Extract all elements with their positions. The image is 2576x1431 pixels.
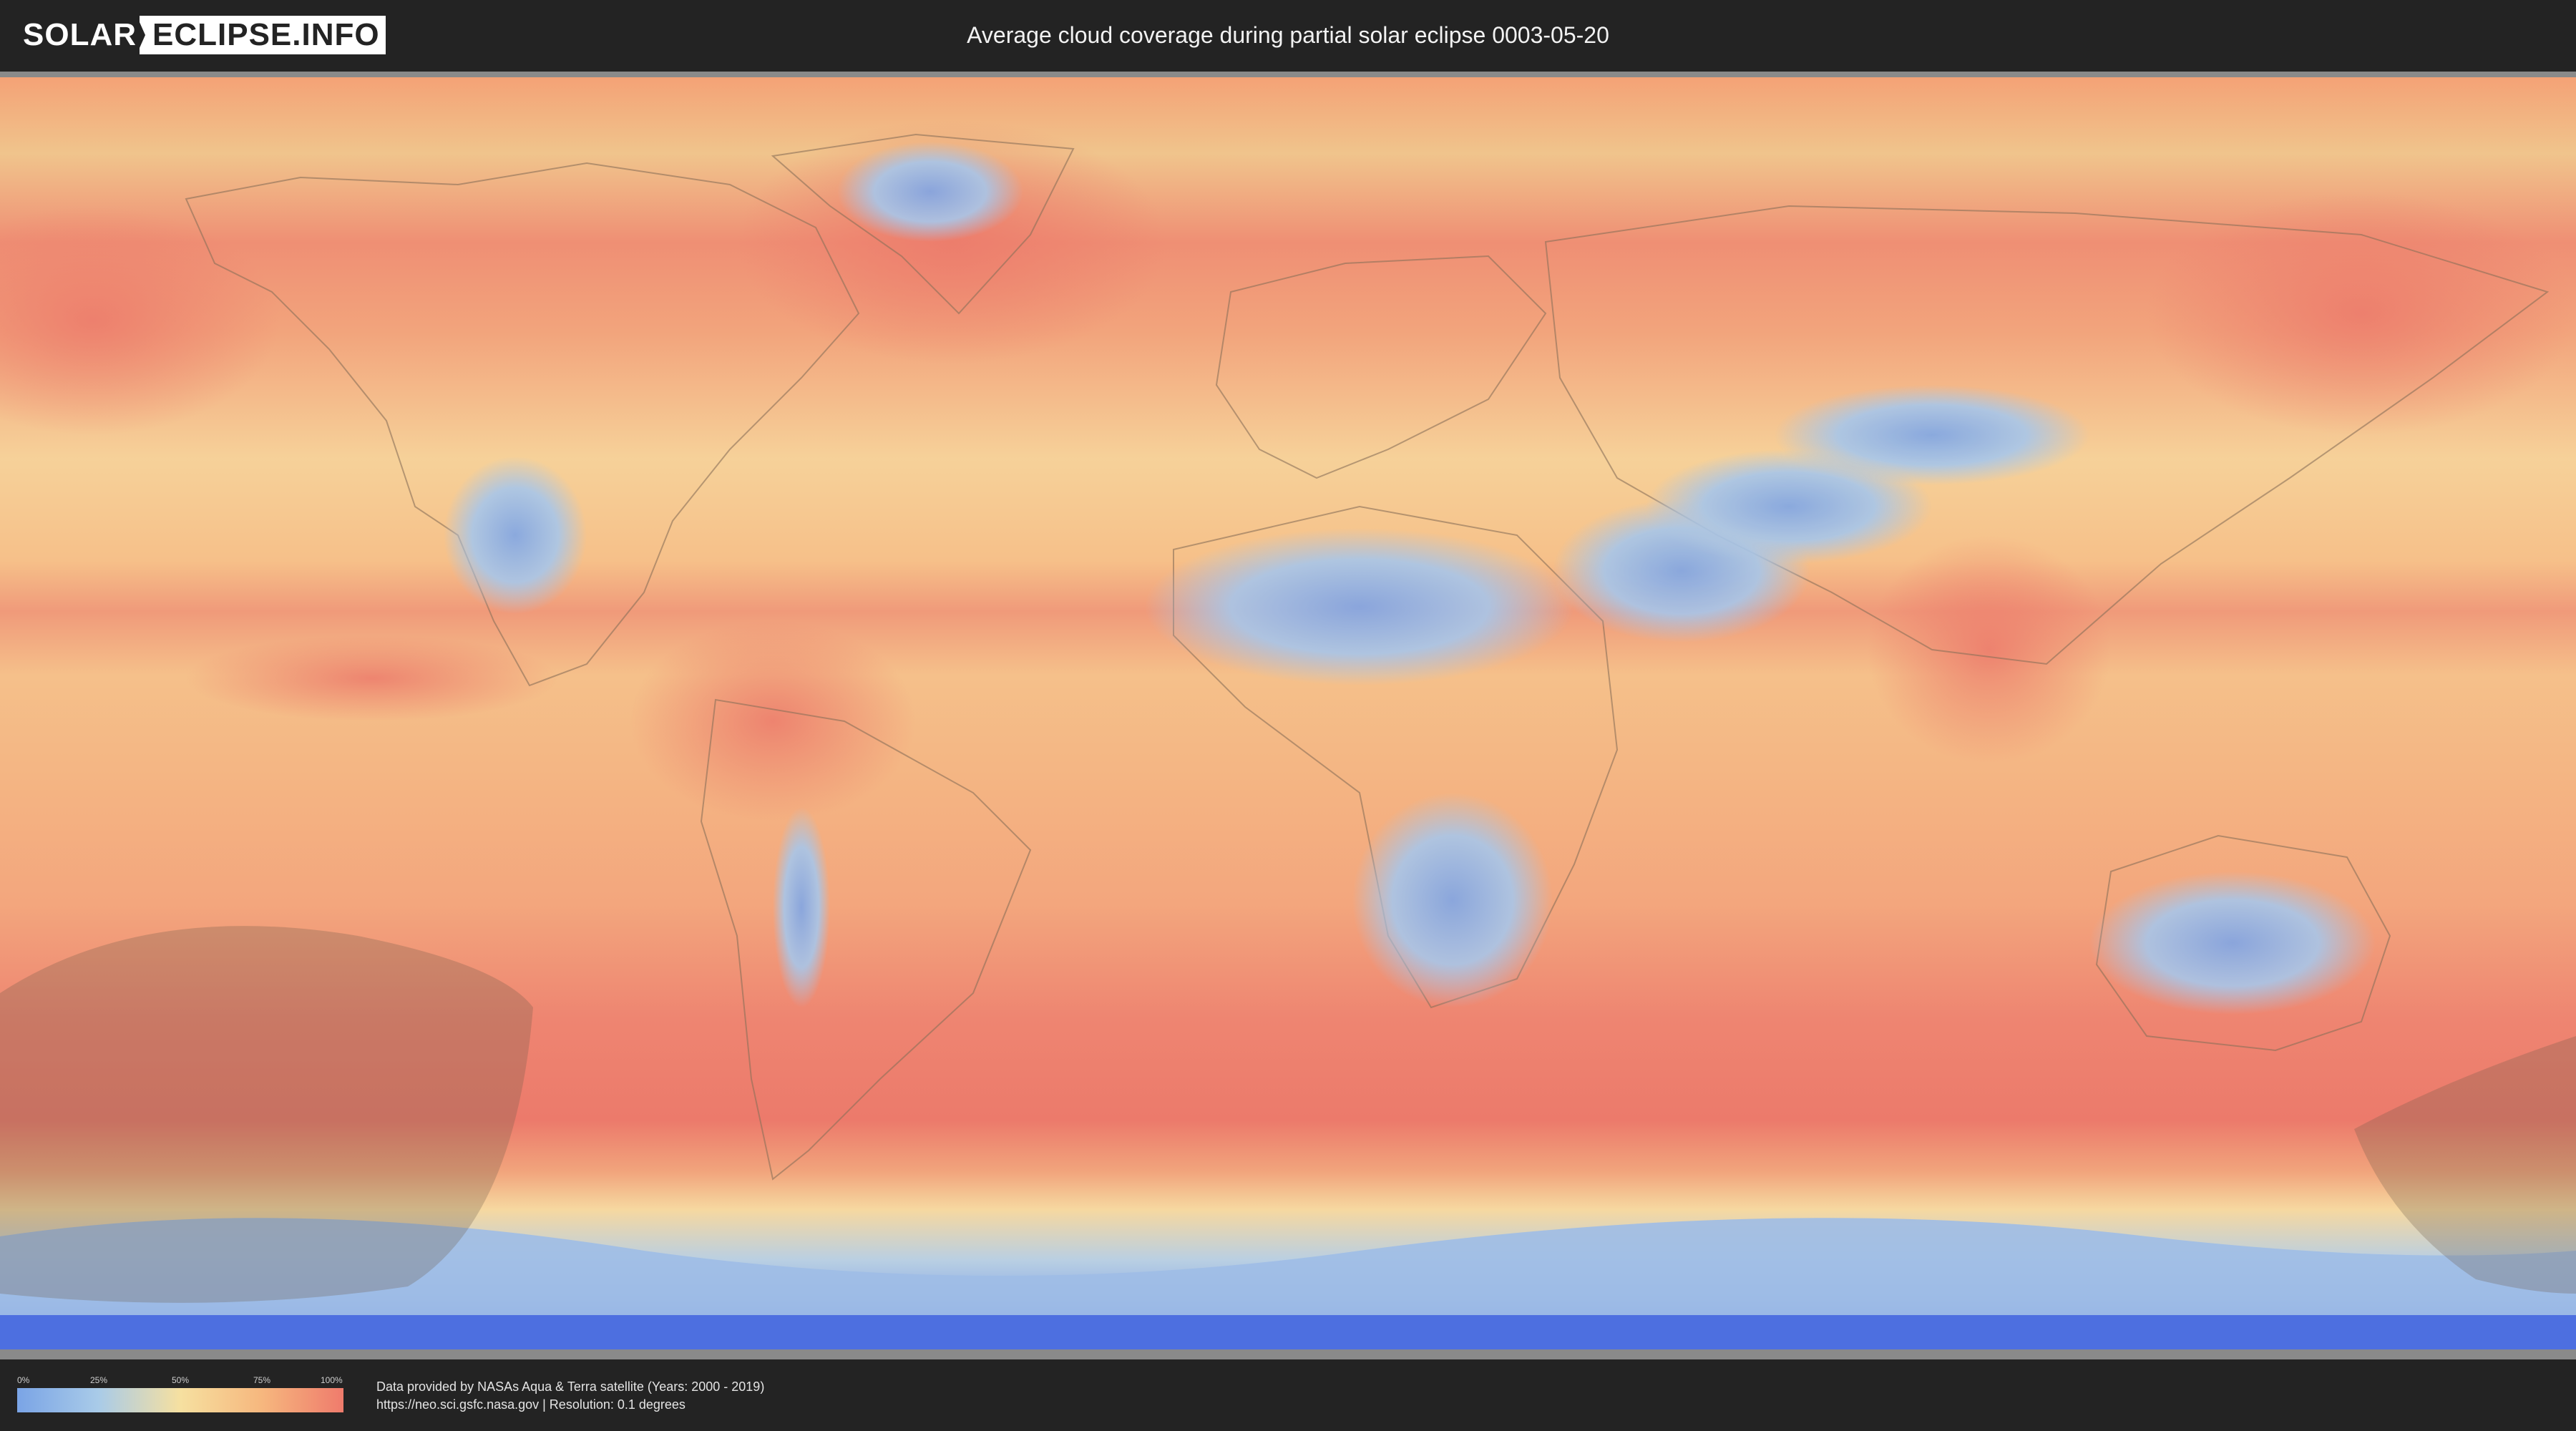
cloud-map-frame [0,72,2576,1359]
legend-tick-75: 75% [253,1375,271,1385]
antarctic-ice-edge [0,1315,2576,1349]
legend-tick-0: 0% [17,1375,30,1385]
legend-tick-50: 50% [172,1375,190,1385]
legend-tick-25: 25% [90,1375,108,1385]
header-bar: SOLAR ECLIPSE.INFO Average cloud coverag… [0,0,2576,72]
footer-bar: 0% 25% 50% 75% 100% Data provided by NAS… [0,1359,2576,1431]
eclipse-shadow-west [0,926,533,1303]
legend-tick-100: 100% [321,1375,343,1385]
data-credits: Data provided by NASAs Aqua & Terra sate… [376,1378,764,1414]
page-title: Average cloud coverage during partial so… [967,22,1609,48]
credits-source-line: Data provided by NASAs Aqua & Terra sate… [376,1379,765,1394]
legend-color-bar [17,1388,343,1412]
page: SOLAR ECLIPSE.INFO Average cloud coverag… [0,0,2576,1431]
cloud-coverage-map[interactable] [0,77,2576,1349]
credits-info-line[interactable]: https://neo.sci.gsfc.nasa.gov | Resoluti… [376,1396,764,1414]
cloud-coverage-legend: 0% 25% 50% 75% 100% [17,1375,343,1412]
legend-ticks: 0% 25% 50% 75% 100% [17,1375,343,1388]
